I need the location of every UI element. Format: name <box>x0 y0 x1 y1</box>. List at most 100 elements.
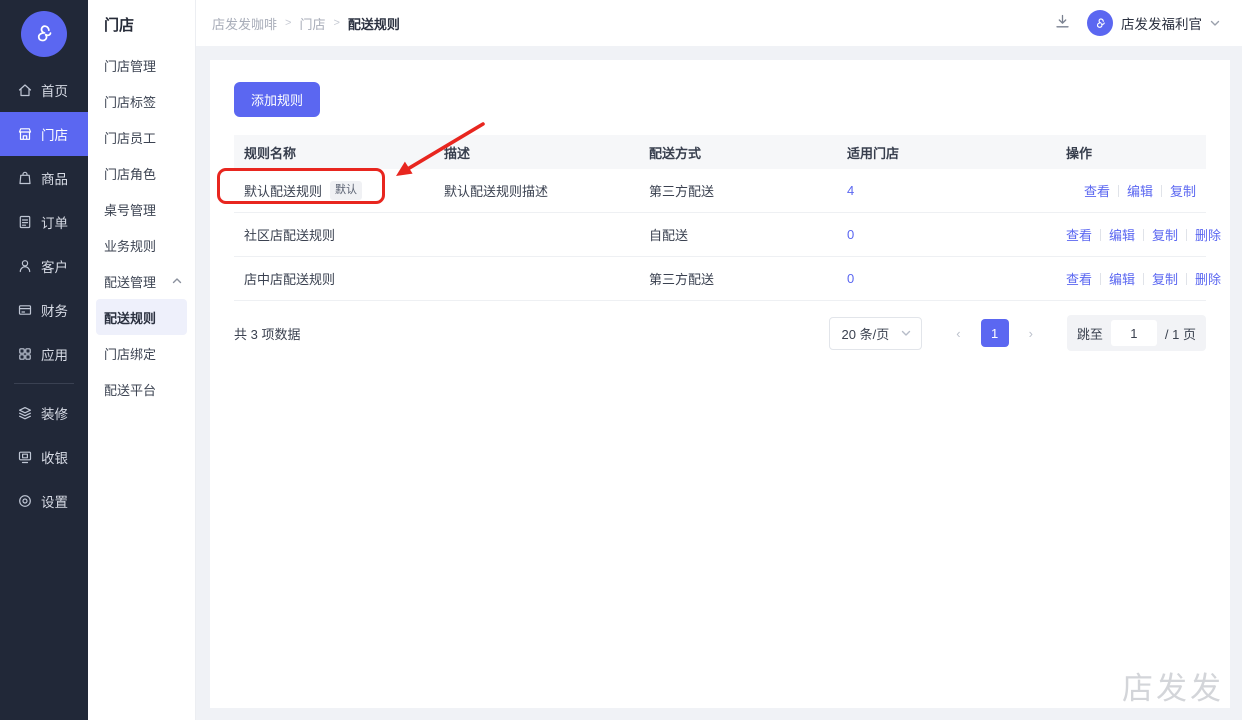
prev-page-button[interactable]: ‹ <box>950 322 966 345</box>
submenu-item-store-roles[interactable]: 门店角色 <box>88 155 195 191</box>
copy-link[interactable]: 复制 <box>1152 228 1178 243</box>
page-size-value: 20 条/页 <box>841 326 890 342</box>
action-separator <box>1117 185 1119 197</box>
goods-icon <box>17 170 33 186</box>
decorate-icon <box>17 405 33 421</box>
submenu-item-table-management[interactable]: 桌号管理 <box>88 191 195 227</box>
table-header-row: 规则名称 描述 配送方式 适用门店 操作 <box>234 135 1206 169</box>
main-area: 店发发咖啡 > 门店 > 配送规则 店发发福利官 添加规则 规则名称 描述 配送… <box>196 0 1242 720</box>
user-menu[interactable]: 店发发福利官 <box>1087 10 1220 36</box>
app-window: 首页 门店 商品 订单 客户 财务 应用 装修 收银 设置 门店 门店管理 门店… <box>0 0 1242 720</box>
view-link[interactable]: 查看 <box>1066 272 1092 287</box>
sidebar-item-finance[interactable]: 财务 <box>0 288 88 332</box>
rules-table: 规则名称 描述 配送方式 适用门店 操作 默认配送规则 默认 默认配送规则描述 <box>234 135 1221 301</box>
sidebar-item-store[interactable]: 门店 <box>0 112 88 156</box>
stores-count-link[interactable]: 4 <box>847 183 854 198</box>
delivery-method: 第三方配送 <box>649 184 715 199</box>
sidebar-item-orders[interactable]: 订单 <box>0 200 88 244</box>
submenu-item-delivery-platform[interactable]: 配送平台 <box>88 371 195 407</box>
brand-logo-icon <box>21 11 67 57</box>
breadcrumb-item-store[interactable]: 门店 <box>299 14 325 33</box>
page-number-button[interactable]: 1 <box>980 319 1009 347</box>
breadcrumb-item-current: 配送规则 <box>347 16 400 32</box>
copy-link[interactable]: 复制 <box>1152 272 1178 287</box>
sidebar-item-home[interactable]: 首页 <box>0 68 88 112</box>
sidebar-item-customers[interactable]: 客户 <box>0 244 88 288</box>
breadcrumb-separator: > <box>285 17 292 29</box>
page-total-suffix: / 1 页 <box>1164 326 1196 342</box>
submenu-group-label: 配送管理 <box>104 274 157 290</box>
action-separator <box>1143 229 1145 241</box>
sidebar-item-cashier[interactable]: 收银 <box>0 435 88 479</box>
edit-link[interactable]: 编辑 <box>1127 184 1153 199</box>
col-header-applicable-stores: 适用门店 <box>847 145 900 161</box>
copy-link[interactable]: 复制 <box>1170 184 1196 199</box>
finance-icon <box>17 302 33 318</box>
stores-count-link[interactable]: 0 <box>847 227 854 242</box>
user-avatar <box>1087 10 1113 36</box>
chevron-up-icon <box>172 276 182 286</box>
sidebar-item-label: 装修 <box>41 407 68 422</box>
table-row: 店中店配送规则 第三方配送 0 查看 编辑 复制 删除 <box>234 257 1221 301</box>
submenu-group-delivery-management[interactable]: 配送管理 <box>88 263 195 299</box>
delivery-method: 第三方配送 <box>649 272 715 287</box>
rule-name: 店中店配送规则 <box>244 272 336 287</box>
content-area: 添加规则 规则名称 描述 配送方式 适用门店 操作 默认配送规则 默认 默认配送… <box>196 46 1242 720</box>
delete-link[interactable]: 删除 <box>1195 272 1221 287</box>
add-rule-button[interactable]: 添加规则 <box>234 82 321 117</box>
edit-link[interactable]: 编辑 <box>1109 272 1135 287</box>
action-separator <box>1143 273 1145 285</box>
submenu-item-store-management[interactable]: 门店管理 <box>88 47 195 83</box>
submenu-item-business-rules[interactable]: 业务规则 <box>88 227 195 263</box>
sidebar-item-settings[interactable]: 设置 <box>0 479 88 523</box>
view-link[interactable]: 查看 <box>1084 184 1110 199</box>
watermark: 店发发 <box>1122 671 1224 707</box>
stores-count-link[interactable]: 0 <box>847 271 854 286</box>
brand-logo <box>0 0 88 68</box>
customers-icon <box>17 258 33 274</box>
next-page-button[interactable]: › <box>1023 322 1039 345</box>
submenu-item-store-tags[interactable]: 门店标签 <box>88 83 195 119</box>
sidebar-item-label: 财务 <box>41 304 68 319</box>
user-name: 店发发福利官 <box>1121 17 1202 32</box>
orders-icon <box>17 214 33 230</box>
jump-label: 跳至 <box>1076 326 1103 342</box>
sidebar-item-apps[interactable]: 应用 <box>0 332 88 376</box>
topbar-right: 店发发福利官 <box>1054 10 1220 36</box>
sidebar-item-label: 首页 <box>41 84 68 99</box>
page-size-select[interactable]: 20 条/页 <box>828 316 923 350</box>
sidebar-divider <box>14 383 74 384</box>
default-badge: 默认 <box>330 181 363 200</box>
action-separator <box>1186 229 1188 241</box>
action-separator <box>1100 273 1102 285</box>
delivery-method: 自配送 <box>649 228 689 243</box>
sidebar-item-label: 应用 <box>41 348 68 363</box>
settings-icon <box>17 493 33 509</box>
rule-name: 社区店配送规则 <box>244 228 336 243</box>
sidebar-item-label: 收银 <box>41 451 68 466</box>
submenu-item-delivery-rules[interactable]: 配送规则 <box>96 299 187 335</box>
chevron-down-icon <box>1210 16 1220 31</box>
download-icon[interactable] <box>1054 13 1071 33</box>
col-header-description: 描述 <box>444 145 471 161</box>
breadcrumb-item-brand[interactable]: 店发发咖啡 <box>212 14 277 33</box>
sidebar-item-label: 订单 <box>41 216 68 231</box>
submenu-item-store-binding[interactable]: 门店绑定 <box>88 335 195 371</box>
action-separator <box>1160 185 1162 197</box>
home-icon <box>17 82 33 98</box>
edit-link[interactable]: 编辑 <box>1109 228 1135 243</box>
submenu-item-store-staff[interactable]: 门店员工 <box>88 119 195 155</box>
sidebar-item-goods[interactable]: 商品 <box>0 156 88 200</box>
sidebar-item-decorate[interactable]: 装修 <box>0 391 88 435</box>
delete-link[interactable]: 删除 <box>1195 228 1221 243</box>
col-header-actions: 操作 <box>1066 145 1093 161</box>
total-count: 共 3 项数据 <box>234 326 301 342</box>
sidebar-item-label: 客户 <box>41 260 68 275</box>
primary-nav: 首页 门店 商品 订单 客户 财务 应用 装修 收银 设置 <box>0 68 88 523</box>
page-jump: 跳至 / 1 页 <box>1066 315 1206 351</box>
view-link[interactable]: 查看 <box>1066 228 1092 243</box>
col-header-rule-name: 规则名称 <box>244 145 297 161</box>
jump-page-input[interactable] <box>1110 320 1157 346</box>
store-icon <box>17 126 33 142</box>
action-separator <box>1100 229 1102 241</box>
